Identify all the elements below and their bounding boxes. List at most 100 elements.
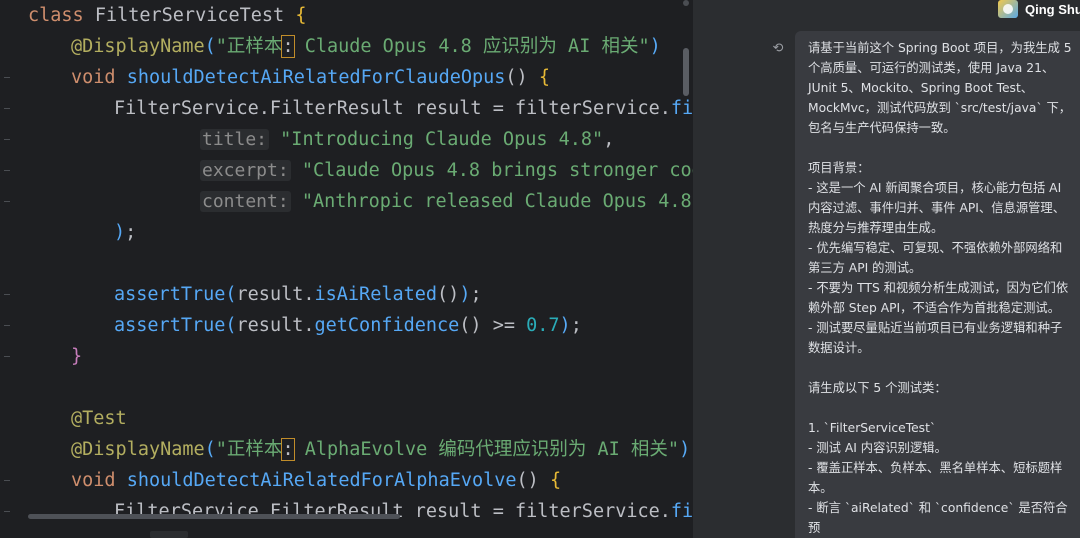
message-paragraph xyxy=(808,398,1072,418)
user-name: Qing Shui xyxy=(1025,2,1080,17)
fold-marker[interactable] xyxy=(4,77,10,78)
code-token: } xyxy=(71,346,83,367)
code-token: 0.7 xyxy=(526,315,560,336)
code-token: { xyxy=(538,67,550,88)
fold-marker[interactable] xyxy=(4,170,10,171)
fold-marker[interactable] xyxy=(4,139,10,140)
parameter-hint: content: xyxy=(200,191,291,212)
message-paragraph xyxy=(808,138,1072,158)
code-line[interactable]: title: "Introducing Claude Opus 4.8", xyxy=(200,124,614,155)
code-token: Claude Opus 4.8 应识别为 AI 相关" xyxy=(293,36,650,57)
code-line[interactable]: @DisplayName("正样本: AlphaEvolve 编码代理应识别为 … xyxy=(71,434,690,465)
code-token: assertTrue xyxy=(114,284,226,305)
code-line[interactable]: ); xyxy=(114,217,136,248)
message-paragraph: 请基于当前这个 Spring Boot 项目，为我生成 5 个高质量、可运行的测… xyxy=(808,41,1072,135)
horizontal-scrollbar[interactable] xyxy=(28,514,400,519)
code-token: ; xyxy=(125,222,137,243)
code-token: ; xyxy=(470,284,482,305)
code-token: "Anthropic released Claude Opus 4.8 w xyxy=(301,191,693,212)
code-line[interactable]: FilterService.FilterResult result = filt… xyxy=(114,93,693,124)
code-token: ) xyxy=(679,439,691,460)
code-token: { xyxy=(549,470,562,491)
fold-marker[interactable] xyxy=(4,511,10,512)
message-paragraph: - 测试要尽量贴近当前项目已有业务逻辑和种子数据设计。 xyxy=(808,321,1063,355)
editor-gutter[interactable] xyxy=(0,0,14,538)
fold-marker[interactable] xyxy=(4,201,10,202)
code-token: ) xyxy=(559,315,571,336)
fold-marker[interactable] xyxy=(4,356,10,357)
code-token: filt xyxy=(670,98,693,119)
code-line[interactable]: assertTrue(result.isAiRelated()); xyxy=(114,279,482,310)
parameter-hint: title: xyxy=(200,129,270,150)
code-token: class xyxy=(28,5,95,26)
editor-bottom-handle[interactable] xyxy=(150,531,188,538)
fold-marker[interactable] xyxy=(4,480,10,481)
code-token: "正样本 xyxy=(215,439,283,460)
message-paragraph: 1. `FilterServiceTest` xyxy=(808,421,937,435)
code-token: ) xyxy=(649,36,661,57)
code-token: @DisplayName xyxy=(71,36,205,57)
code-token: , xyxy=(603,129,615,150)
code-token: FilterService.FilterResult xyxy=(114,98,415,119)
code-line[interactable]: content: "Anthropic released Claude Opus… xyxy=(200,186,693,217)
code-token: FilterServiceTest xyxy=(94,5,296,26)
code-line[interactable]: @Test xyxy=(71,403,127,434)
fold-marker[interactable] xyxy=(4,325,10,326)
code-token: @Test xyxy=(71,408,127,429)
message-paragraph: - 断言 `aiRelated` 和 `confidence` 是否符合预 xyxy=(808,501,1068,535)
code-token: @DisplayName xyxy=(71,439,205,460)
code-token: ( xyxy=(225,284,237,305)
code-token: : xyxy=(281,438,295,461)
code-token: () xyxy=(437,284,460,305)
code-token: { xyxy=(295,5,307,26)
user-message-text: 请基于当前这个 Spring Boot 项目，为我生成 5 个高质量、可运行的测… xyxy=(808,38,1072,538)
code-line[interactable]: void shouldDetectAiRelatedForAlphaEvolve… xyxy=(71,465,561,496)
fold-marker[interactable] xyxy=(4,108,10,109)
vertical-scrollbar[interactable] xyxy=(683,48,689,96)
fold-marker[interactable] xyxy=(4,294,10,295)
code-line[interactable]: assertTrue(result.getConfidence() >= 0.7… xyxy=(114,310,582,341)
code-token: filt xyxy=(670,501,693,522)
code-token: result = xyxy=(414,98,515,119)
code-token: result = xyxy=(414,501,515,522)
message-paragraph: - 这是一个 AI 新闻聚合项目，核心能力包括 AI 内容过滤、事件归并、事件 … xyxy=(808,181,1066,235)
code-token: getConfidence xyxy=(314,315,460,336)
code-token: shouldDetectAiRelatedForAlphaEvolve xyxy=(126,470,517,491)
code-line[interactable]: FilterService.FilterResult result = filt… xyxy=(114,496,693,527)
code-line[interactable]: void shouldDetectAiRelatedForClaudeOpus(… xyxy=(71,62,550,93)
code-token: ) xyxy=(114,222,126,243)
code-token: result. xyxy=(236,284,315,305)
message-paragraph: - 不要为 TTS 和视频分析生成测试，因为它们依赖外部 Step API，不适… xyxy=(808,281,1069,315)
code-token: ( xyxy=(225,315,237,336)
code-token: filterService. xyxy=(514,98,671,119)
code-editor[interactable]: class FilterServiceTest {@DisplayName("正… xyxy=(0,0,693,538)
code-token: result. xyxy=(236,315,315,336)
code-token: "Introducing Claude Opus 4.8" xyxy=(280,129,604,150)
code-token: () xyxy=(505,67,539,88)
chat-panel: Qing Shui ⟲ 请基于当前这个 Spring Boot 项目，为我生成 … xyxy=(698,0,1080,538)
message-paragraph: - 测试 AI 内容识别逻辑。 xyxy=(808,441,947,455)
undo-icon[interactable]: ⟲ xyxy=(770,40,786,56)
code-line[interactable]: excerpt: "Claude Opus 4.8 brings stronge… xyxy=(200,155,693,186)
code-token: ( xyxy=(204,36,216,57)
code-token: () >= xyxy=(459,315,527,336)
code-token: assertTrue xyxy=(114,315,226,336)
code-token: ) xyxy=(459,284,471,305)
code-token: () xyxy=(516,470,550,491)
code-token: void xyxy=(71,67,127,88)
code-token: : xyxy=(281,35,295,58)
code-line[interactable]: @DisplayName("正样本: Claude Opus 4.8 应识别为 … xyxy=(71,31,661,62)
message-paragraph: - 优先编写稳定、可复现、不强依赖外部网络和第三方 API 的测试。 xyxy=(808,241,1063,275)
message-paragraph: 项目背景： xyxy=(808,161,870,175)
code-line[interactable]: } xyxy=(71,341,82,372)
code-token: "Claude Opus 4.8 brings stronger codi xyxy=(301,160,693,181)
message-paragraph: 请生成以下 5 个测试类： xyxy=(808,381,947,395)
parameter-hint: excerpt: xyxy=(200,160,291,181)
user-avatar[interactable] xyxy=(998,0,1018,18)
code-token: ( xyxy=(204,439,216,460)
chat-header: Qing Shui xyxy=(698,0,1080,24)
code-line[interactable]: class FilterServiceTest { xyxy=(28,0,306,31)
scrollbar-marker xyxy=(683,0,689,6)
